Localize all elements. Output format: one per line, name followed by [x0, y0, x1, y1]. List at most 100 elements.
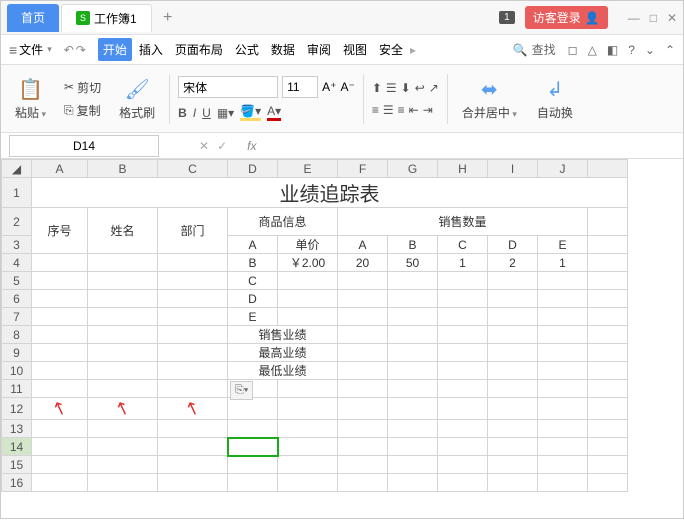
- row-header[interactable]: 11: [2, 380, 32, 398]
- fx-icon[interactable]: fx: [247, 139, 256, 153]
- wrap-text-icon[interactable]: ↩: [415, 81, 425, 95]
- underline-button[interactable]: U: [202, 106, 211, 120]
- col-header[interactable]: E: [278, 160, 338, 178]
- menu-review[interactable]: 审阅: [302, 38, 336, 61]
- tool-help-icon[interactable]: ?: [628, 43, 635, 57]
- col-header[interactable]: G: [388, 160, 438, 178]
- tab-add[interactable]: +: [154, 4, 182, 32]
- cell[interactable]: 销售数量: [338, 208, 588, 236]
- row-header[interactable]: 2: [2, 208, 32, 236]
- cell[interactable]: 2: [488, 254, 538, 272]
- hamburger-icon[interactable]: ≡: [9, 42, 17, 58]
- row-header[interactable]: 16: [2, 474, 32, 492]
- italic-button[interactable]: I: [193, 106, 196, 120]
- row-header[interactable]: 6: [2, 290, 32, 308]
- row-header[interactable]: 9: [2, 344, 32, 362]
- row-header[interactable]: 4: [2, 254, 32, 272]
- menu-data[interactable]: 数据: [266, 38, 300, 61]
- menu-formula[interactable]: 公式: [230, 38, 264, 61]
- font-name-select[interactable]: [178, 76, 278, 98]
- align-middle-icon[interactable]: ☰: [386, 81, 397, 95]
- cancel-formula-icon[interactable]: ✕: [199, 139, 209, 153]
- name-box[interactable]: [9, 135, 159, 157]
- close-icon[interactable]: ✕: [667, 11, 677, 25]
- tab-workbook[interactable]: S 工作簿1: [61, 4, 152, 32]
- cell[interactable]: B: [388, 236, 438, 254]
- paste-button[interactable]: 📋 粘贴: [9, 73, 52, 125]
- cell[interactable]: 商品信息: [228, 208, 338, 236]
- col-header[interactable]: C: [158, 160, 228, 178]
- cell[interactable]: A: [228, 236, 278, 254]
- cell[interactable]: C: [228, 272, 278, 290]
- cell[interactable]: 50: [388, 254, 438, 272]
- cell[interactable]: 部门: [158, 208, 228, 254]
- cell[interactable]: A: [338, 236, 388, 254]
- decrease-font-icon[interactable]: A⁻: [340, 80, 354, 94]
- menu-layout[interactable]: 页面布局: [170, 38, 228, 61]
- paste-options-popup[interactable]: ⎘▾: [230, 381, 253, 400]
- row-header[interactable]: 5: [2, 272, 32, 290]
- indent-decrease-icon[interactable]: ⇤: [409, 103, 419, 117]
- cell[interactable]: B: [228, 254, 278, 272]
- merge-center-button[interactable]: ⬌ 合并居中: [456, 73, 523, 125]
- spreadsheet-grid[interactable]: ◢ A B C D E F G H I J 1 业绩追踪表 2 序号 姓名 部门…: [1, 159, 683, 520]
- cut-button[interactable]: ✂剪切: [60, 77, 105, 98]
- cell[interactable]: [588, 236, 628, 254]
- cell[interactable]: 1: [438, 254, 488, 272]
- row-header[interactable]: 12: [2, 398, 32, 420]
- active-cell[interactable]: [228, 438, 278, 456]
- col-header[interactable]: A: [32, 160, 88, 178]
- tool-cloud-icon[interactable]: △: [588, 43, 597, 57]
- align-right-icon[interactable]: ≡: [398, 103, 405, 117]
- cell[interactable]: 序号: [32, 208, 88, 254]
- cell[interactable]: 1: [538, 254, 588, 272]
- row-header[interactable]: 14: [2, 438, 32, 456]
- cell-title[interactable]: 业绩追踪表: [32, 178, 628, 208]
- col-header[interactable]: H: [438, 160, 488, 178]
- menu-security[interactable]: 安全: [374, 38, 408, 61]
- menu-file[interactable]: 文件: [19, 41, 52, 58]
- menu-view[interactable]: 视图: [338, 38, 372, 61]
- col-header[interactable]: D: [228, 160, 278, 178]
- cell[interactable]: E: [538, 236, 588, 254]
- row-header[interactable]: 3: [2, 236, 32, 254]
- tool-collab-icon[interactable]: ◻: [568, 43, 578, 57]
- maximize-icon[interactable]: □: [650, 11, 657, 25]
- increase-font-icon[interactable]: A⁺: [322, 80, 336, 94]
- menu-start[interactable]: 开始: [98, 38, 132, 61]
- bold-button[interactable]: B: [178, 106, 187, 120]
- row-header[interactable]: 10: [2, 362, 32, 380]
- guest-login[interactable]: 访客登录 👤: [525, 6, 608, 29]
- border-button[interactable]: ▦▾: [217, 106, 234, 120]
- row-header[interactable]: 13: [2, 420, 32, 438]
- cell[interactable]: 最高业绩: [228, 344, 338, 362]
- cell[interactable]: 姓名: [88, 208, 158, 254]
- align-bottom-icon[interactable]: ⬇: [401, 81, 411, 95]
- align-center-icon[interactable]: ☰: [383, 103, 394, 117]
- cell[interactable]: ￥2.00: [278, 254, 338, 272]
- select-all-corner[interactable]: ◢: [2, 160, 32, 178]
- col-header[interactable]: F: [338, 160, 388, 178]
- col-header[interactable]: [588, 160, 628, 178]
- autofit-button[interactable]: ↲ 自动换: [531, 73, 579, 125]
- indent-increase-icon[interactable]: ⇥: [423, 103, 433, 117]
- cell[interactable]: 单价: [278, 236, 338, 254]
- cell[interactable]: 20: [338, 254, 388, 272]
- search-button[interactable]: 🔍 查找: [513, 41, 556, 58]
- accept-formula-icon[interactable]: ✓: [217, 139, 227, 153]
- align-top-icon[interactable]: ⬆: [372, 81, 382, 95]
- tool-skin-icon[interactable]: ◧: [607, 43, 618, 57]
- cell[interactable]: [588, 208, 628, 236]
- format-painter-button[interactable]: 🖌 格式刷: [113, 73, 161, 125]
- redo-icon[interactable]: ↷: [76, 43, 86, 57]
- font-size-select[interactable]: [282, 76, 318, 98]
- row-header[interactable]: 1: [2, 178, 32, 208]
- row-header[interactable]: 7: [2, 308, 32, 326]
- cell[interactable]: C: [438, 236, 488, 254]
- copy-button[interactable]: ⎘复制: [60, 100, 105, 121]
- row-header[interactable]: 8: [2, 326, 32, 344]
- align-left-icon[interactable]: ≡: [372, 103, 379, 117]
- undo-icon[interactable]: ↶: [64, 43, 74, 57]
- font-color-button[interactable]: A▾: [267, 104, 281, 121]
- cell[interactable]: D: [228, 290, 278, 308]
